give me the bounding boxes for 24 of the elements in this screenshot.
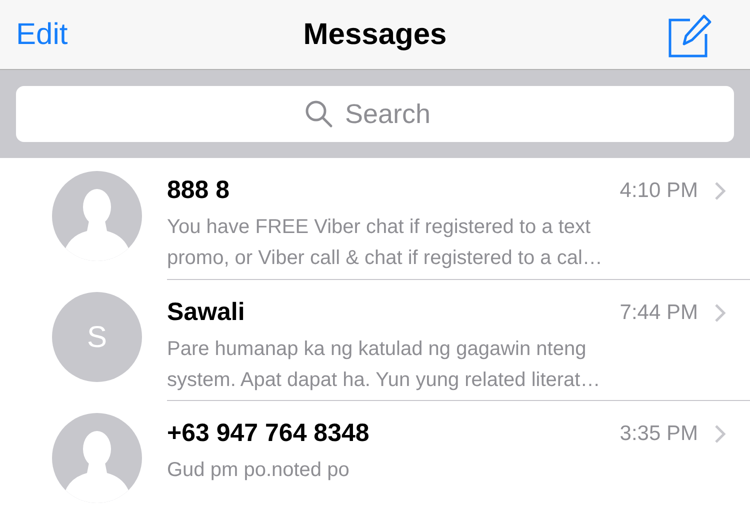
- contact-name: 888 8: [167, 175, 230, 206]
- message-preview: You have FREE Viber chat if registered to a text promo, or Viber call & chat if registered to a cal…: [167, 214, 604, 270]
- conversation-row[interactable]: 888 8 4:10 PM You have FREE Viber chat if registered to a text promo, or Viber call & chat if registered to a cal…: [0, 158, 750, 279]
- message-preview: Gud pm po.noted po: [167, 458, 350, 482]
- edit-button[interactable]: Edit: [16, 12, 68, 57]
- message-preview: Pare humanap ka ng katulad ng gagawin nteng system. Apat dapat ha. Yun yung related literat…: [167, 336, 602, 392]
- person-avatar-icon: [52, 171, 142, 261]
- conversation-row[interactable]: S Sawali 7:44 PM Pare humanap ka ng katulad ng gagawin nteng system. Apat dapat ha. Yun yung related literat…: [0, 279, 750, 400]
- contact-name: +63 947 764 8348: [167, 418, 370, 449]
- chevron-icon: [714, 180, 726, 201]
- window-title: Messages: [303, 17, 447, 53]
- contact-name: Sawali: [167, 297, 245, 328]
- search-field[interactable]: Search: [16, 86, 734, 142]
- search-input[interactable]: Search: [345, 94, 445, 134]
- initial-avatar: S: [52, 292, 142, 382]
- chevron-icon: [714, 302, 726, 323]
- conversation-row[interactable]: +63 947 764 8348 3:35 PM Gud pm po.noted po: [0, 400, 750, 513]
- message-time: 3:35 PM: [620, 421, 698, 447]
- message-time: 7:44 PM: [620, 300, 698, 326]
- message-time: 4:10 PM: [620, 178, 698, 204]
- chevron-icon: [714, 424, 726, 444]
- search-icon: [305, 100, 333, 128]
- compose-icon[interactable]: [666, 12, 712, 58]
- person-avatar-icon: [52, 413, 142, 503]
